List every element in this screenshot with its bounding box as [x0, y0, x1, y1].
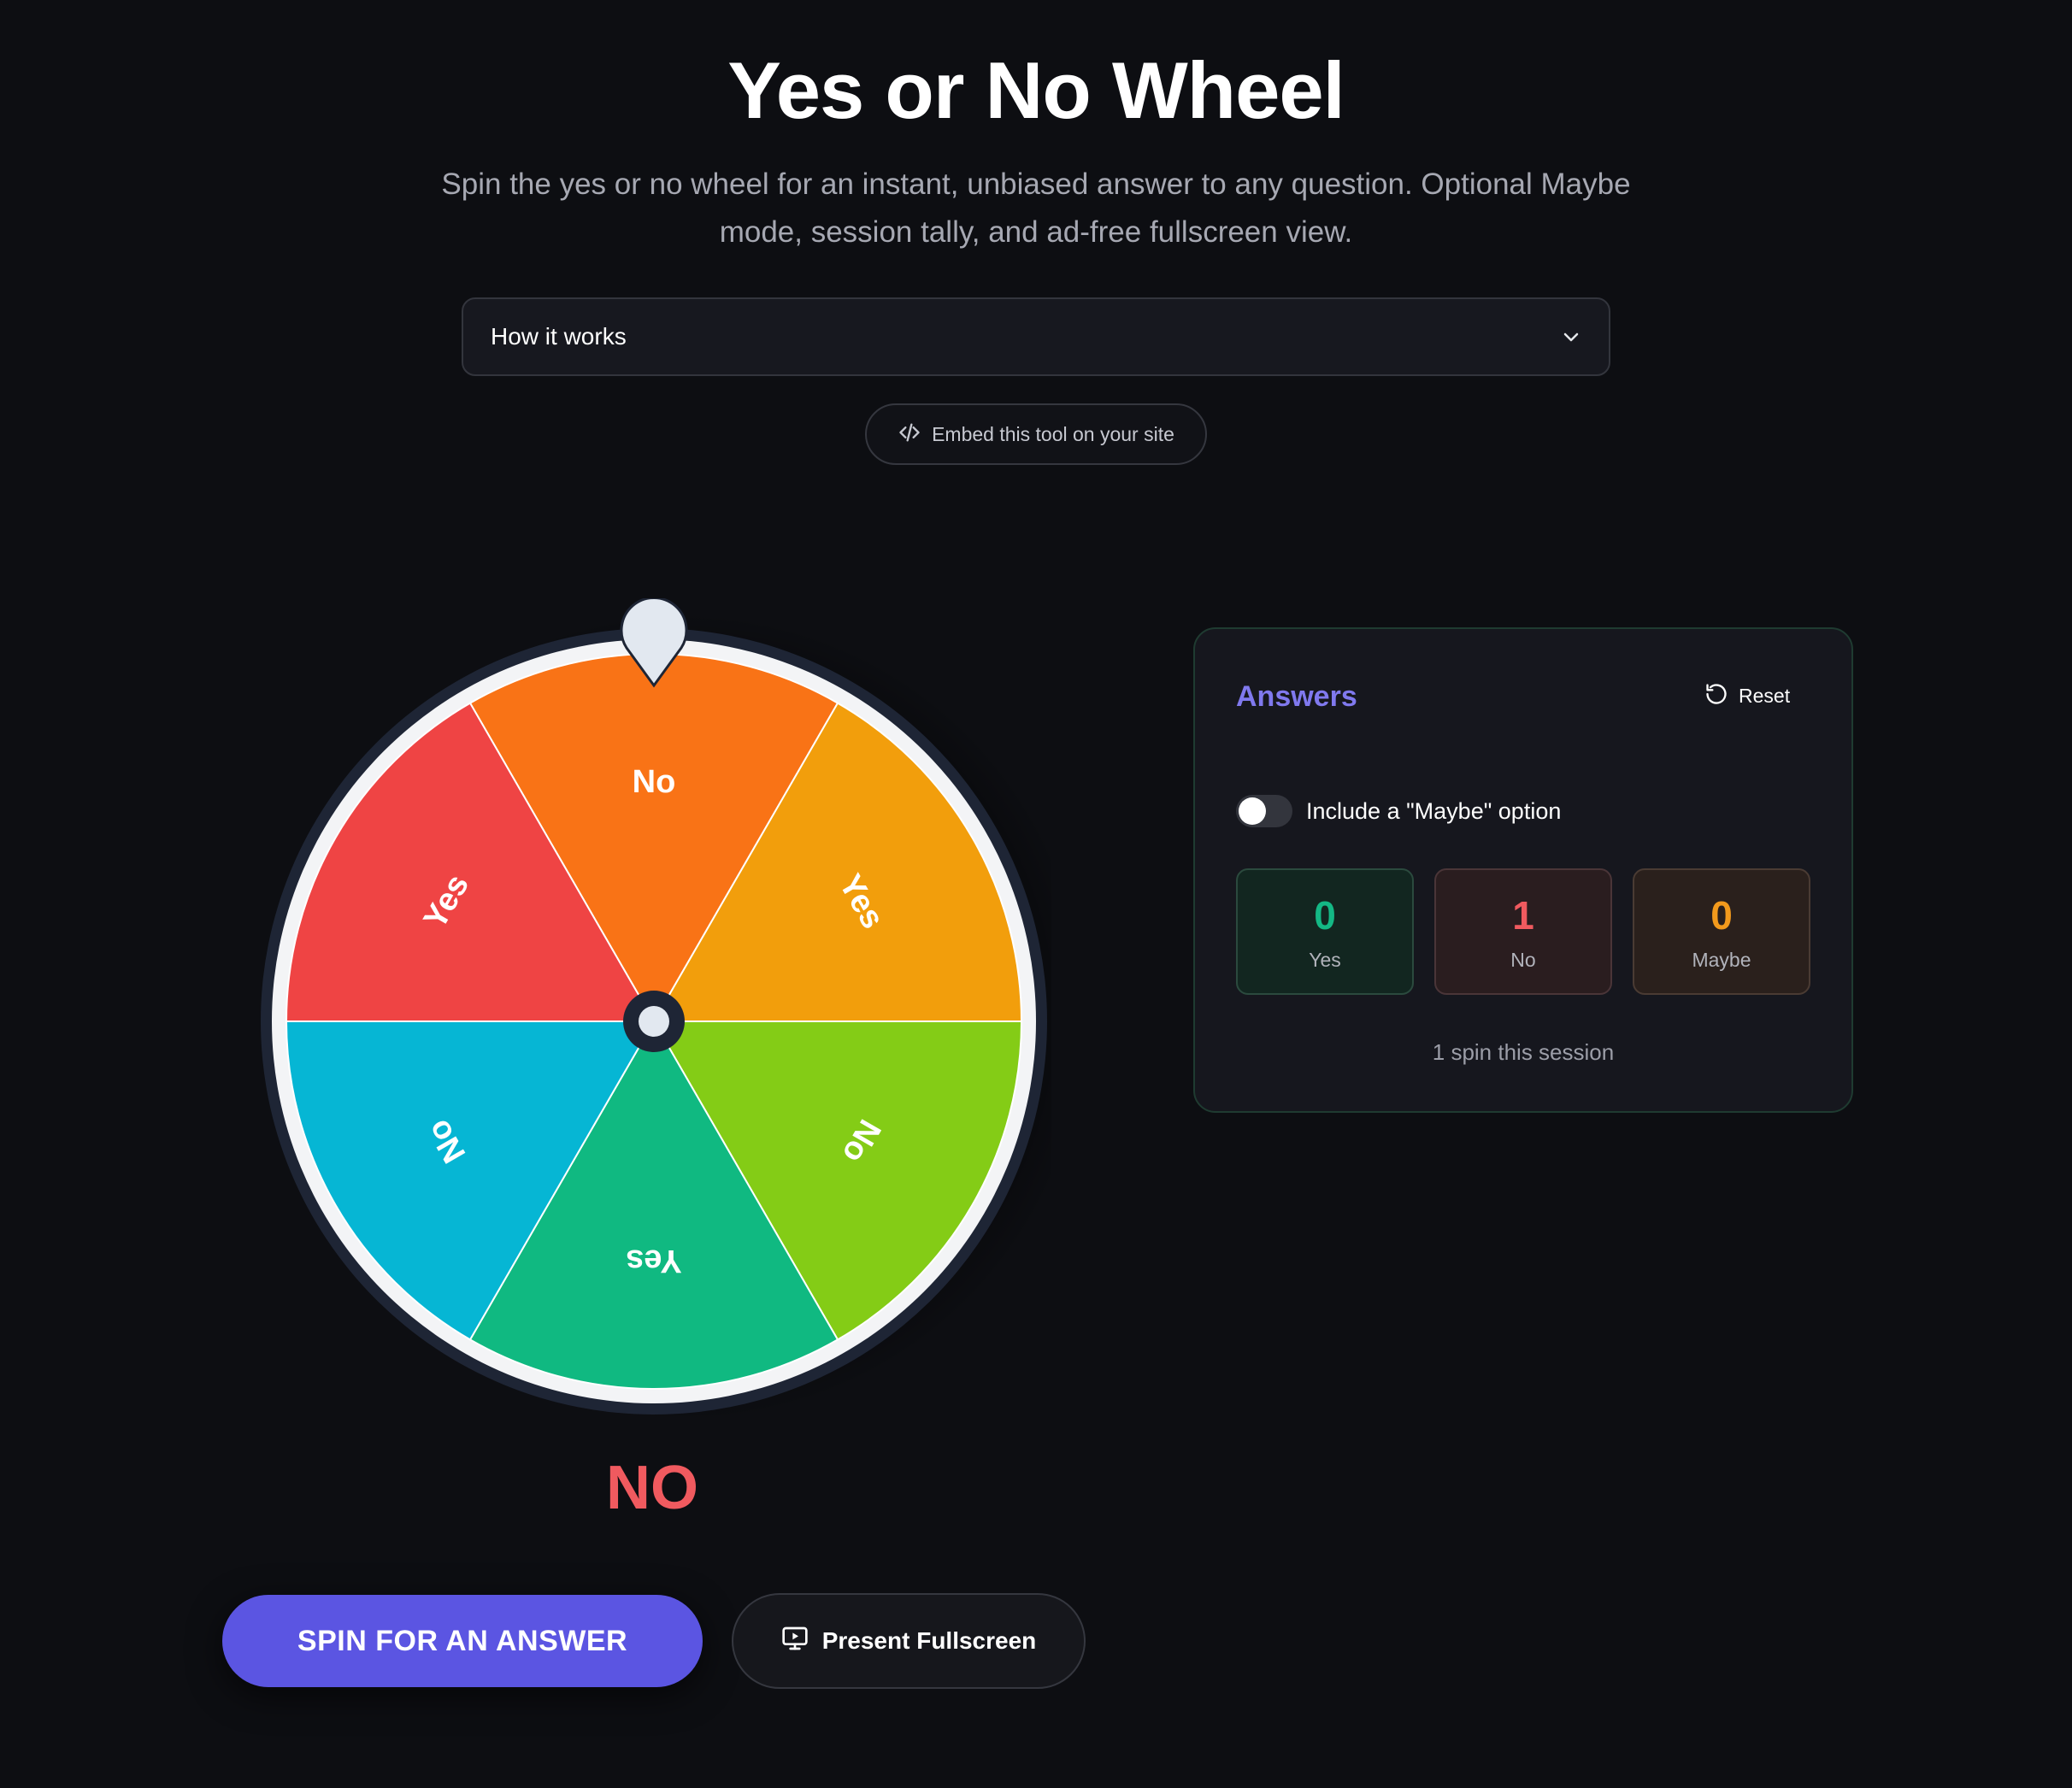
page-title: Yes or No Wheel — [727, 45, 1345, 135]
how-it-works-label: How it works — [491, 323, 627, 350]
spin-result: NO — [606, 1454, 698, 1522]
present-fullscreen-label: Present Fullscreen — [821, 1627, 1037, 1654]
maybe-toggle-label: Include a "Maybe" option — [1306, 797, 1562, 824]
wheel-hub-center — [639, 1006, 669, 1037]
session-count: 1 spin this session — [1432, 1039, 1615, 1065]
embed-tool-label: Embed this tool on your site — [932, 422, 1174, 445]
how-it-works-dropdown[interactable]: How it works — [462, 297, 1610, 376]
spin-button[interactable]: SPIN FOR AN ANSWER — [222, 1595, 703, 1687]
tally-no-count: 1 — [1512, 893, 1534, 938]
answers-title: Answers — [1236, 680, 1357, 713]
tally-yes-count: 0 — [1314, 893, 1336, 938]
tally-yes: 0 Yes — [1236, 868, 1414, 995]
tally-maybe-count: 0 — [1710, 893, 1733, 938]
page: Yes or No Wheel Spin the yes or no wheel… — [0, 0, 2072, 1788]
code-icon — [898, 421, 921, 449]
tally-maybe-label: Maybe — [1692, 949, 1751, 971]
tally-yes-label: Yes — [1309, 949, 1341, 971]
reset-label: Reset — [1739, 685, 1791, 707]
chevron-down-icon — [1561, 326, 1581, 347]
wheel-segment-label: No — [633, 764, 676, 800]
present-fullscreen-button[interactable]: Present Fullscreen — [732, 1593, 1086, 1689]
wheel-segment-label: Yes — [626, 1243, 682, 1279]
tally-no-label: No — [1510, 949, 1536, 971]
monitor-play-icon — [781, 1625, 809, 1658]
embed-tool-button[interactable]: Embed this tool on your site — [865, 403, 1207, 465]
maybe-toggle[interactable] — [1236, 795, 1292, 827]
maybe-toggle-row: Include a "Maybe" option — [1236, 795, 1561, 827]
tally-maybe: 0 Maybe — [1633, 868, 1810, 995]
refresh-icon — [1704, 682, 1728, 710]
wheel-container: No Yes No Yes No Yes — [256, 598, 1051, 1419]
answers-panel: Answers Reset Include a "Maybe" option 0… — [1193, 627, 1853, 1113]
tally-no: 1 No — [1434, 868, 1612, 995]
toggle-knob — [1239, 797, 1266, 825]
page-subtitle: Spin the yes or no wheel for an instant,… — [441, 168, 1631, 249]
reset-button[interactable]: Reset — [1704, 682, 1790, 710]
spinner-wheel[interactable]: NoYesNoYesNoYes — [256, 598, 1051, 1419]
